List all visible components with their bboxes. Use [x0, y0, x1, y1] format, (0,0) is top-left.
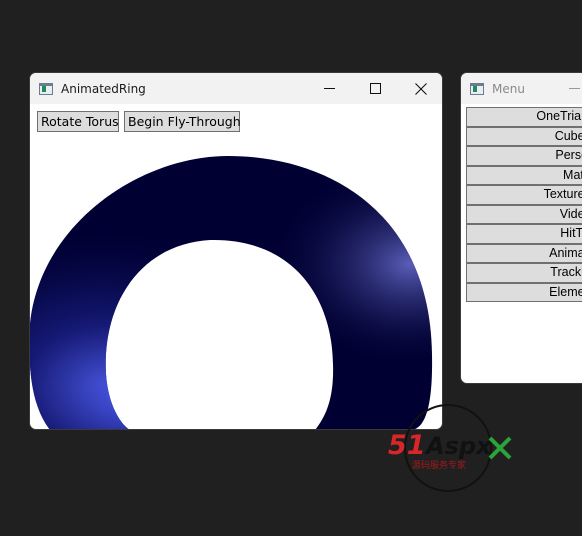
window-title: AnimatedRing [61, 81, 146, 96]
menu-item-onetriang[interactable]: OneTriang [466, 107, 582, 127]
torus-render [30, 156, 433, 429]
close-icon [415, 82, 427, 95]
3d-viewport[interactable] [30, 104, 442, 429]
rotate-torus-button[interactable]: Rotate Torus [37, 111, 119, 132]
menu-item-texturem[interactable]: TextureM [466, 185, 582, 205]
torus-shape [30, 156, 433, 429]
menu-item-videoi[interactable]: VideoI [466, 204, 582, 224]
brand-tagline: 源码服务专家 [412, 459, 466, 471]
title-bar[interactable]: AnimatedRing [30, 73, 442, 104]
menu-window: Menu OneTriangCubeMPersonMaterTextureMVi… [460, 72, 582, 384]
brand-watermark: 51 Aspx 源码服务专家 [388, 404, 512, 492]
minimize-icon [323, 88, 335, 89]
close-button[interactable] [398, 73, 442, 104]
begin-fly-through-button[interactable]: Begin Fly-Through [124, 111, 241, 132]
brand-logo-text: 51 [388, 430, 426, 461]
menu-item-hittes[interactable]: HitTes [466, 224, 582, 244]
menu-item-trackba[interactable]: Trackba [466, 263, 582, 283]
menu-title-bar[interactable]: Menu [461, 73, 582, 104]
menu-item-animate[interactable]: Animate [466, 243, 582, 263]
menu-item-element[interactable]: Element [466, 282, 582, 302]
minimize-button[interactable] [306, 73, 352, 104]
menu-item-cubem[interactable]: CubeM [466, 126, 582, 146]
menu-app-icon [470, 82, 484, 95]
minimize-icon [568, 88, 580, 89]
menu-item-person[interactable]: Person [466, 146, 582, 166]
app-icon [39, 82, 53, 95]
brand-logo-text-2: Aspx [424, 432, 493, 460]
animated-ring-window: AnimatedRing Rotate Torus Begin Fly-Thro… [29, 72, 443, 430]
maximize-icon [369, 83, 381, 94]
menu-window-title: Menu [492, 81, 525, 96]
menu-item-mater[interactable]: Mater [466, 165, 582, 185]
maximize-button[interactable] [352, 73, 398, 104]
menu-button-list: OneTriangCubeMPersonMaterTextureMVideoIH… [466, 107, 582, 302]
menu-minimize-button[interactable] [551, 73, 582, 104]
